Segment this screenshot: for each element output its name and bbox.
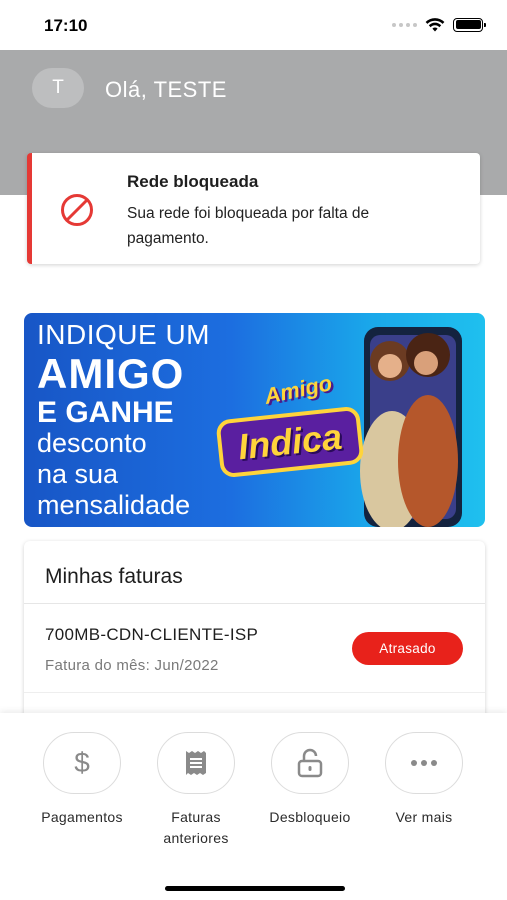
badge-main-text: Indica [215, 405, 365, 479]
alert-title: Rede bloqueada [127, 172, 259, 191]
invoices-card: Minhas faturas 700MB-CDN-CLIENTE-ISP Fat… [24, 541, 485, 741]
status-icons [392, 17, 486, 32]
status-badge: Atrasado [352, 632, 463, 665]
invoice-period: Fatura do mês: Jun/2022 [45, 657, 219, 674]
svg-text:$: $ [74, 748, 90, 778]
banner-line-3: E GANHE [37, 396, 174, 429]
bottom-actions-bar: $ Pagamentos Faturas anteriores Desbloqu… [0, 713, 507, 900]
signal-icon [392, 22, 417, 27]
status-bar: 17:10 [0, 0, 507, 50]
invoice-name: 700MB-CDN-CLIENTE-ISP [45, 625, 259, 644]
see-more-button[interactable]: Ver mais [369, 732, 479, 828]
banner-line-2: AMIGO [37, 350, 185, 397]
greeting: Olá, TESTE [105, 77, 227, 102]
amigo-indica-badge: Amigo Indica [204, 370, 424, 483]
banner-line-5: na sua [37, 459, 119, 489]
badge-top-text: Amigo [262, 370, 335, 409]
dollar-icon: $ [74, 748, 90, 778]
unblock-icon-circle [271, 732, 349, 794]
battery-icon [453, 17, 486, 32]
previous-invoices-button[interactable]: Faturas anteriores [141, 732, 251, 849]
referral-banner[interactable]: Amigo Indica INDIQUE UM AMIGO E GANHE de… [24, 313, 485, 527]
avatar[interactable]: T [32, 68, 84, 108]
payments-button[interactable]: $ Pagamentos [27, 732, 137, 828]
previous-invoices-label: Faturas anteriores [163, 809, 229, 846]
status-time: 17:10 [44, 16, 88, 35]
payments-icon-circle: $ [43, 732, 121, 794]
banner-line-1: INDIQUE UM [37, 319, 210, 350]
banner-line-4: desconto [37, 428, 147, 458]
previous-invoices-icon-circle [157, 732, 235, 794]
divider [24, 692, 485, 693]
avatar-initial: T [52, 77, 64, 98]
banner-text: INDIQUE UM AMIGO E GANHE desconto na sua… [37, 319, 210, 519]
blocked-icon [61, 194, 93, 226]
network-blocked-alert: Rede bloqueada Sua rede foi bloqueada po… [27, 153, 480, 264]
see-more-icon-circle [385, 732, 463, 794]
divider [24, 603, 485, 604]
banner-line-6: mensalidade [37, 490, 191, 520]
invoices-title: Minhas faturas [45, 565, 183, 588]
unblock-button[interactable]: Desbloqueio [255, 732, 365, 828]
alert-message: Sua rede foi bloqueada por falta de paga… [127, 205, 370, 247]
more-icon [411, 760, 437, 766]
receipt-icon [186, 751, 206, 775]
home-indicator [165, 886, 345, 891]
payments-label: Pagamentos [41, 809, 123, 825]
wifi-icon [425, 18, 445, 32]
lock-icon [297, 748, 323, 778]
see-more-label: Ver mais [395, 809, 453, 825]
unblock-label: Desbloqueio [269, 809, 351, 825]
